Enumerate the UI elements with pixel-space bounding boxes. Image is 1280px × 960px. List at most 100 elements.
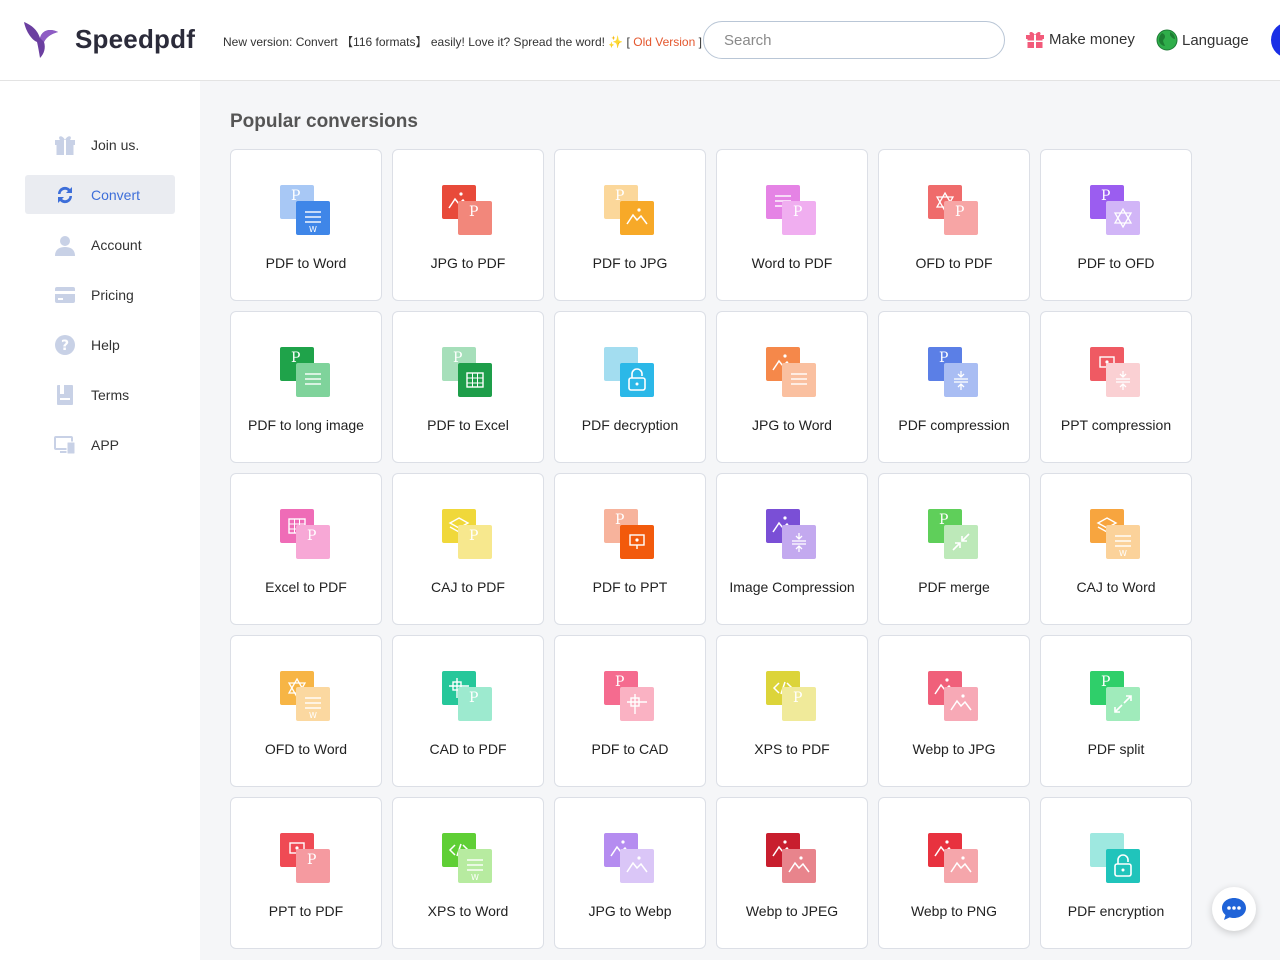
conversion-card-caj-to-pdf[interactable]: P CAJ to PDF (392, 473, 544, 625)
pdf-to-long-image-icon: P (280, 347, 332, 399)
svg-text:?: ? (61, 338, 69, 354)
sidebar-item-pricing[interactable]: Pricing (25, 275, 175, 314)
conversion-card-label: JPG to Word (752, 417, 832, 433)
conversion-card-label: PDF to OFD (1077, 255, 1155, 271)
conversion-card-jpg-to-webp[interactable]: JPG to Webp (554, 797, 706, 949)
conversion-card-label: OFD to Word (264, 741, 348, 757)
conversion-card-label: XPS to Word (427, 903, 509, 919)
conversion-card-label: PDF to Excel (427, 417, 509, 433)
user-avatar[interactable] (1271, 22, 1280, 58)
conversion-card-pdf-to-long-image[interactable]: P PDF to long image (230, 311, 382, 463)
conversion-card-label: PDF split (1087, 741, 1145, 757)
conversion-card-label: CAJ to Word (1076, 579, 1156, 595)
conversion-card-label: Image Compression (729, 579, 855, 595)
logo[interactable]: Speedpdf (20, 18, 195, 60)
conversion-card-xps-to-pdf[interactable]: P XPS to PDF (716, 635, 868, 787)
language-selector[interactable]: Language (1156, 29, 1249, 51)
sidebar-item-label: Convert (91, 186, 141, 203)
conversion-card-label: JPG to Webp (588, 903, 672, 919)
conversion-card-cad-to-pdf[interactable]: P CAD to PDF (392, 635, 544, 787)
notice-text: New version: Convert 【116 formats】 easil… (223, 35, 630, 49)
excel-to-pdf-icon: P (280, 509, 332, 561)
ppt-to-pdf-icon: P (280, 833, 332, 885)
search-input[interactable] (724, 22, 994, 58)
conversion-card-label: PDF compression (898, 417, 1010, 433)
conversion-card-webp-to-jpeg[interactable]: Webp to JPEG (716, 797, 868, 949)
sidebar-item-label: APP (91, 436, 120, 453)
conversion-card-pdf-to-ofd[interactable]: P PDF to OFD (1040, 149, 1192, 301)
conversion-card-pdf-merge[interactable]: P PDF merge (878, 473, 1030, 625)
pdf-to-ppt-icon: P (604, 509, 656, 561)
conversion-card-image-compression[interactable]: Image Compression (716, 473, 868, 625)
conversion-grid: P W PDF to Word P JPG to PDF P PDF to JP… (230, 149, 1192, 949)
webp-to-jpeg-icon (766, 833, 818, 885)
ppt-compression-icon (1090, 347, 1142, 399)
sidebar-item-label: Account (91, 236, 142, 253)
top-header: Speedpdf New version: Convert 【116 forma… (0, 0, 1280, 81)
chat-support-button[interactable] (1212, 887, 1256, 931)
pdf-decryption-icon (604, 347, 656, 399)
caj-to-pdf-icon: P (442, 509, 494, 561)
svg-text:W: W (309, 225, 317, 234)
sidebar-item-account[interactable]: Account (25, 225, 175, 264)
conversion-card-caj-to-word[interactable]: W CAJ to Word (1040, 473, 1192, 625)
conversion-card-word-to-pdf[interactable]: P Word to PDF (716, 149, 868, 301)
make-money-link[interactable]: Make money (1025, 29, 1135, 49)
conversion-card-pdf-compression[interactable]: P PDF compression (878, 311, 1030, 463)
sidebar-item-label: Pricing (91, 286, 134, 303)
word-to-pdf-icon: P (766, 185, 818, 237)
svg-text:P: P (469, 528, 478, 544)
conversion-card-label: PDF to long image (248, 417, 364, 433)
conversion-card-pdf-encryption[interactable]: PDF encryption (1040, 797, 1192, 949)
svg-text:P: P (793, 690, 802, 706)
make-money-label: Make money (1049, 30, 1135, 48)
pdf-merge-icon: P (928, 509, 980, 561)
sidebar-item-app[interactable]: APP (25, 425, 175, 464)
sidebar-item-help[interactable]: ? Help (25, 325, 175, 364)
conversion-card-pdf-to-jpg[interactable]: P PDF to JPG (554, 149, 706, 301)
conversion-card-pdf-decryption[interactable]: PDF decryption (554, 311, 706, 463)
conversion-card-pdf-to-ppt[interactable]: P PDF to PPT (554, 473, 706, 625)
conversion-card-jpg-to-word[interactable]: JPG to Word (716, 311, 868, 463)
sidebar-item-label: Terms (91, 386, 130, 403)
help-icon: ? (54, 334, 76, 356)
conversion-card-label: Word to PDF (751, 255, 833, 271)
pdf-compression-icon: P (928, 347, 980, 399)
conversion-card-jpg-to-pdf[interactable]: P JPG to PDF (392, 149, 544, 301)
gift-icon (54, 134, 76, 156)
notice-bracket: ] (698, 35, 702, 49)
conversion-card-pdf-to-word[interactable]: P W PDF to Word (230, 149, 382, 301)
conversion-card-excel-to-pdf[interactable]: P Excel to PDF (230, 473, 382, 625)
pdf-to-excel-icon: P (442, 347, 494, 399)
sidebar-item-join[interactable]: Join us. (25, 125, 175, 164)
svg-text:P: P (793, 204, 802, 220)
conversion-card-label: CAD to PDF (429, 741, 507, 757)
webp-to-jpg-icon (928, 671, 980, 723)
conversion-card-pdf-split[interactable]: P PDF split (1040, 635, 1192, 787)
conversion-card-pdf-to-cad[interactable]: P PDF to CAD (554, 635, 706, 787)
conversion-card-pdf-to-excel[interactable]: P PDF to Excel (392, 311, 544, 463)
conversion-card-label: PDF merge (918, 579, 990, 595)
old-version-link[interactable]: Old Version (633, 35, 695, 49)
conversion-card-webp-to-jpg[interactable]: Webp to JPG (878, 635, 1030, 787)
conversion-card-ofd-to-word[interactable]: W OFD to Word (230, 635, 382, 787)
conversion-card-webp-to-png[interactable]: Webp to PNG (878, 797, 1030, 949)
conversion-card-ppt-to-pdf[interactable]: P PPT to PDF (230, 797, 382, 949)
webp-to-png-icon (928, 833, 980, 885)
conversion-card-label: Webp to JPG (912, 741, 996, 757)
conversion-card-ppt-compression[interactable]: PPT compression (1040, 311, 1192, 463)
ofd-to-word-icon: W (280, 671, 332, 723)
main-content: Popular conversions P W PDF to Word P JP… (200, 81, 1280, 960)
jpg-to-word-icon (766, 347, 818, 399)
butterfly-logo-icon (24, 22, 58, 58)
sidebar-item-convert[interactable]: Convert (25, 175, 175, 214)
conversion-card-ofd-to-pdf[interactable]: P OFD to PDF (878, 149, 1030, 301)
image-compression-icon (766, 509, 818, 561)
conversion-card-xps-to-word[interactable]: W XPS to Word (392, 797, 544, 949)
sidebar-item-terms[interactable]: Terms (25, 375, 175, 414)
brand-name: Speedpdf (75, 23, 196, 54)
svg-text:W: W (471, 873, 479, 882)
xps-to-word-icon: W (442, 833, 494, 885)
conversion-card-label: CAJ to PDF (431, 579, 505, 595)
pdf-encryption-icon (1090, 833, 1142, 885)
